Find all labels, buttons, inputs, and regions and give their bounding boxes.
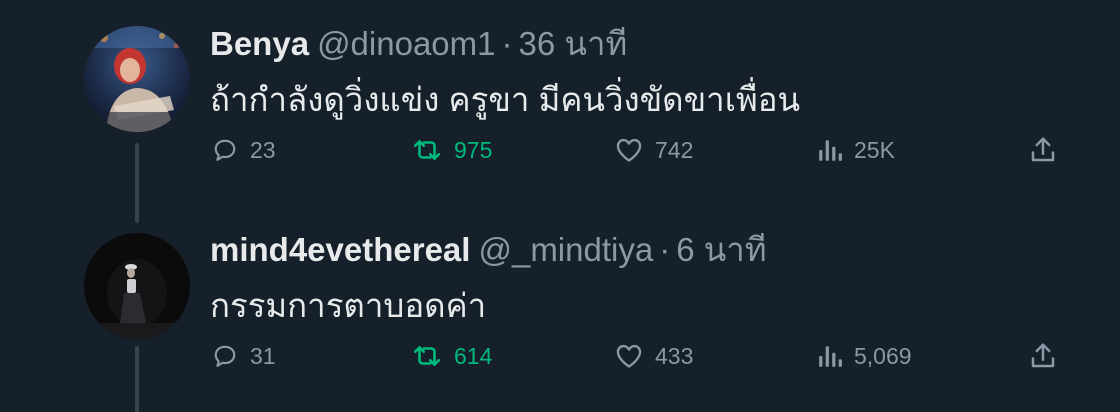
timestamp[interactable]: 6 นาที xyxy=(676,231,766,268)
views-count: 5,069 xyxy=(854,342,912,369)
views-icon xyxy=(818,137,842,163)
tweet[interactable]: Benya @dinoaom1 · 36 นาที ถ้ากำลังดูวิ่งแข่… xyxy=(0,0,1120,206)
timestamp[interactable]: 36 นาที xyxy=(519,25,628,62)
reply-button[interactable]: 23 xyxy=(212,130,276,170)
separator-dot: · xyxy=(659,231,671,268)
like-count: 433 xyxy=(655,342,694,369)
views-count: 25K xyxy=(854,136,895,163)
retweet-count: 614 xyxy=(454,342,493,369)
retweet-button[interactable]: 614 xyxy=(412,336,492,376)
views-button[interactable]: 5,069 xyxy=(818,336,912,376)
conversation-thread: Benya @dinoaom1 · 36 นาที ถ้ากำลังดูวิ่งแข่… xyxy=(0,0,1120,412)
heart-icon xyxy=(615,343,643,369)
display-name[interactable]: Benya xyxy=(210,25,309,62)
separator-dot: · xyxy=(501,25,513,62)
share-button[interactable] xyxy=(1028,130,1058,170)
reply-count: 31 xyxy=(250,342,276,369)
like-button[interactable]: 433 xyxy=(615,336,693,376)
tweet-actions: 23 975 742 25K xyxy=(0,130,1120,170)
like-button[interactable]: 742 xyxy=(615,130,693,170)
share-icon xyxy=(1028,341,1058,371)
display-name[interactable]: mind4evethereal xyxy=(210,231,470,268)
retweet-count: 975 xyxy=(454,136,493,163)
views-icon xyxy=(818,343,842,369)
avatar[interactable] xyxy=(84,233,190,339)
user-handle[interactable]: @_mindtiya xyxy=(478,231,653,268)
reply-icon xyxy=(212,137,238,163)
retweet-icon xyxy=(412,137,442,163)
retweet-icon xyxy=(412,343,442,369)
reply-button[interactable]: 31 xyxy=(212,336,276,376)
tweet-text: ถ้ากำลังดูวิ่งแข่ง ครูขา มีคนวิ่งขัดขาเพ… xyxy=(210,81,801,118)
avatar[interactable] xyxy=(84,26,190,132)
share-icon xyxy=(1028,135,1058,165)
tweet-header: Benya @dinoaom1 · 36 นาที xyxy=(210,24,627,64)
tweet[interactable]: mind4evethereal @_mindtiya · 6 นาที กรรมการ… xyxy=(0,206,1120,412)
tweet-actions: 31 614 433 5,069 xyxy=(0,336,1120,376)
views-button[interactable]: 25K xyxy=(818,130,895,170)
tweet-text: กรรมการตาบอดค่า xyxy=(210,287,487,324)
heart-icon xyxy=(615,137,643,163)
reply-icon xyxy=(212,343,238,369)
share-button[interactable] xyxy=(1028,336,1058,376)
tweet-header: mind4evethereal @_mindtiya · 6 นาที xyxy=(210,230,767,270)
user-handle[interactable]: @dinoaom1 xyxy=(317,25,495,62)
retweet-button[interactable]: 975 xyxy=(412,130,492,170)
reply-count: 23 xyxy=(250,136,276,163)
like-count: 742 xyxy=(655,136,694,163)
